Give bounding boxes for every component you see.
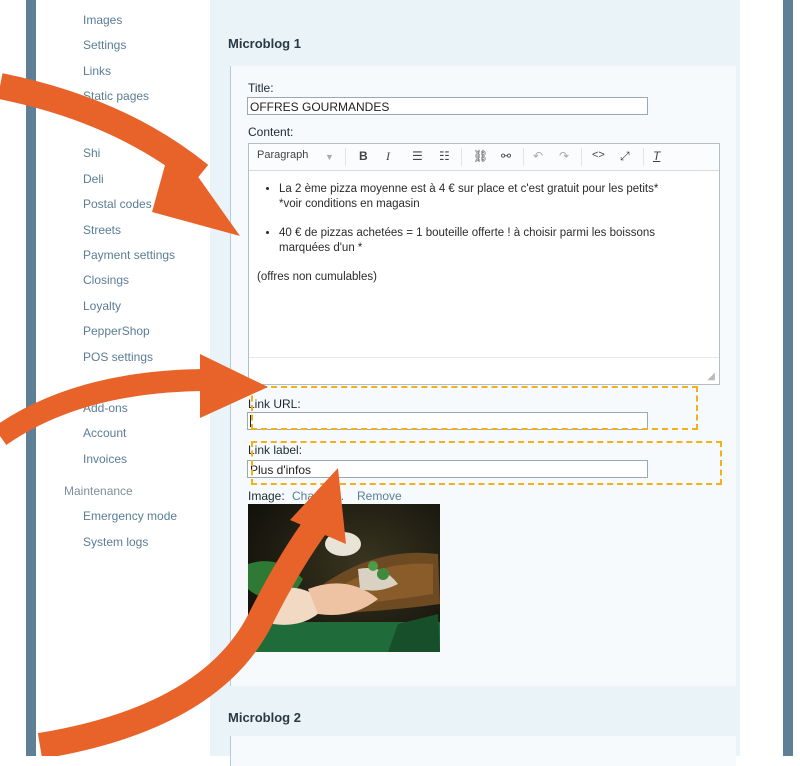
sidebar-item-delivery[interactable]: Deli [83, 172, 104, 186]
title-field-label: Title: [248, 81, 274, 95]
microblog1-title: Microblog 1 [228, 36, 301, 51]
editor-content[interactable]: La 2 ème pizza moyenne est à 4 € sur pla… [257, 182, 707, 285]
rich-text-editor[interactable]: Paragraph ▼ B I ☰ ☷ ⛓ ⚯ ↶ ↷ <> ⤢ T La 2 … [248, 143, 720, 385]
sidebar-item-name[interactable]: name [120, 375, 150, 389]
toolbar-divider [643, 148, 644, 166]
editor-toolbar: Paragraph ▼ B I ☰ ☷ ⛓ ⚯ ↶ ↷ <> ⤢ T [249, 144, 719, 171]
toolbar-divider [523, 148, 524, 166]
resize-handle-icon[interactable]: ◢ [707, 371, 715, 382]
sidebar-item-system-logs[interactable]: System logs [83, 535, 148, 549]
image-field-label: Image: [248, 489, 285, 503]
right-gutter [740, 0, 783, 756]
sidebar-item-links[interactable]: Links [83, 64, 111, 78]
sidebar-item-settings[interactable]: Settings [83, 38, 126, 52]
undo-icon[interactable]: ↶ [533, 149, 543, 163]
toolbar-divider [581, 148, 582, 166]
toolbar-divider [345, 148, 346, 166]
offer-1-text: La 2 ème pizza moyenne est à 4 € sur pla… [279, 183, 659, 195]
bullet-list-icon[interactable]: ☷ [439, 149, 450, 163]
sidebar-item-shipping[interactable]: Shi [83, 146, 100, 160]
format-select[interactable]: Paragraph [257, 149, 308, 161]
left-frame-border [26, 0, 36, 756]
image-remove-link[interactable]: Remove [357, 489, 402, 503]
sidebar-item-account[interactable]: Account [83, 426, 126, 440]
italic-icon[interactable]: I [386, 149, 390, 164]
offer-list: La 2 ème pizza moyenne est à 4 € sur pla… [257, 182, 707, 256]
content-field-label: Content: [248, 125, 294, 139]
sidebar-item-images[interactable]: Images [83, 13, 122, 27]
microblog2-card [230, 736, 736, 766]
microblog2-title: Microblog 2 [228, 710, 301, 725]
editor-statusbar: ◢ [249, 357, 719, 384]
sidebar-item-payment-settings[interactable]: Payment settings [83, 248, 175, 262]
highlight-link-label [251, 441, 722, 485]
right-frame-border [783, 0, 793, 756]
list-item: 40 € de pizzas achetées = 1 bouteille of… [279, 226, 707, 256]
unlink-icon[interactable]: ⚯ [501, 149, 511, 163]
image-change-link[interactable]: Change... [292, 489, 344, 503]
sidebar-section-maintenance: Maintenance [64, 484, 133, 498]
sidebar-item-emergency-mode[interactable]: Emergency mode [83, 509, 177, 523]
list-item: La 2 ème pizza moyenne est à 4 € sur pla… [279, 182, 707, 212]
link-icon[interactable]: ⛓ [473, 149, 488, 163]
chevron-down-icon[interactable]: ▼ [325, 152, 334, 162]
microblog-image [248, 504, 440, 652]
clear-format-icon[interactable]: T [653, 149, 660, 163]
toolbar-divider [461, 148, 462, 166]
offer-2-text: 40 € de pizzas achetées = 1 bouteille of… [279, 227, 655, 254]
sidebar-item-peppershop[interactable]: PepperShop [83, 324, 150, 338]
highlight-link-url [251, 386, 698, 430]
sidebar-item-closings[interactable]: Closings [83, 273, 129, 287]
sidebar-item-pos-settings[interactable]: POS settings [83, 350, 153, 364]
sidebar-item-static-pages[interactable]: Static pages [83, 89, 149, 103]
sidebar-item-loyalty[interactable]: Loyalty [83, 299, 121, 313]
sidebar-item-streets[interactable]: Streets [83, 223, 121, 237]
sidebar-item-postal-codes[interactable]: Postal codes [83, 197, 152, 211]
sidebar-item-invoices[interactable]: Invoices [83, 452, 127, 466]
sidebar-item-add-ons[interactable]: Add-ons [83, 401, 128, 415]
title-input[interactable]: OFFRES GOURMANDES [247, 97, 648, 115]
fullscreen-icon[interactable]: ⤢ [620, 149, 630, 164]
code-icon[interactable]: <> [592, 149, 605, 161]
ordered-list-icon[interactable]: ☰ [412, 149, 423, 163]
offer-footnote: (offres non cumulables) [257, 271, 377, 283]
redo-icon[interactable]: ↷ [559, 149, 569, 163]
bold-icon[interactable]: B [359, 149, 368, 163]
offer-1-note: *voir conditions en magasin [279, 198, 420, 210]
